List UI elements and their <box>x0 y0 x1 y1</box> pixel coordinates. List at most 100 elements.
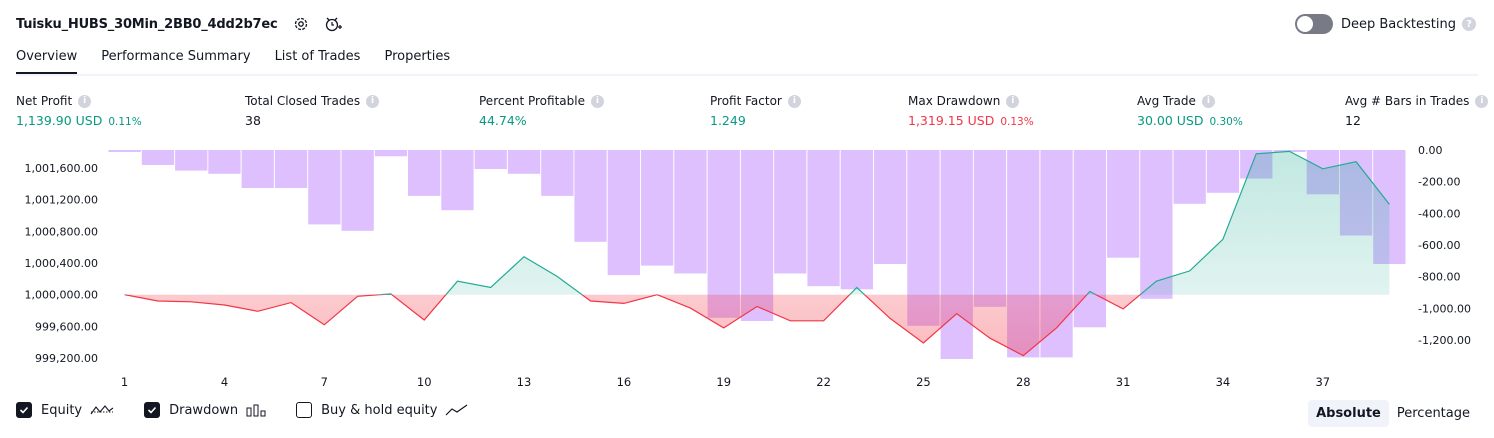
drawdown-bar[interactable] <box>1107 150 1140 258</box>
header: Tuisku_HUBS_30Min_2BB0_4dd2b7ec <box>16 13 342 35</box>
drawdown-bar[interactable] <box>507 150 541 174</box>
drawdown-bar[interactable] <box>973 150 1007 307</box>
info-icon[interactable]: i <box>78 94 92 108</box>
drawdown-bar[interactable] <box>874 150 907 264</box>
drawdown-bar[interactable] <box>1173 150 1206 204</box>
drawdown-bar[interactable] <box>274 150 308 188</box>
deep-backtesting: Deep Backtesting ? <box>1294 14 1476 34</box>
right-axis-tick: -400.00 <box>1418 207 1460 220</box>
equity-line-icon <box>90 403 114 417</box>
drawdown-bar[interactable] <box>707 150 740 318</box>
metric-percent: 0.11% <box>108 116 142 128</box>
alarm-clock-plus-icon[interactable] <box>324 15 342 33</box>
legend-equity[interactable]: Equity <box>16 402 114 418</box>
legend-buy-hold-label: Buy & hold equity <box>321 402 438 418</box>
info-icon[interactable]: i <box>366 94 380 108</box>
deep-backtesting-toggle[interactable] <box>1294 14 1333 34</box>
metric-label: Profit Factor <box>710 94 782 108</box>
drawdown-bar[interactable] <box>474 150 507 169</box>
metric-value: 12 <box>1345 113 1361 128</box>
x-axis-tick: 19 <box>716 375 731 389</box>
x-axis-tick: 22 <box>816 375 831 389</box>
x-axis-tick: 1 <box>121 375 128 389</box>
x-axis-tick: 4 <box>221 375 228 389</box>
metric-label: Total Closed Trades <box>245 94 361 108</box>
info-icon[interactable]: i <box>590 94 604 108</box>
legend-drawdown-label: Drawdown <box>169 402 239 418</box>
metric-value: 1.249 <box>710 113 746 128</box>
drawdown-bar[interactable] <box>241 150 274 188</box>
mode-absolute[interactable]: Absolute <box>1308 400 1389 427</box>
help-icon[interactable]: ? <box>1462 17 1476 31</box>
legend-buy-hold[interactable]: Buy & hold equity <box>296 402 469 418</box>
drawdown-bar[interactable] <box>674 150 707 274</box>
x-axis-tick: 25 <box>916 375 931 389</box>
drawdown-bar[interactable] <box>441 150 474 211</box>
drawdown-bar[interactable] <box>175 150 208 171</box>
left-axis-tick: 999,600.00 <box>35 320 98 333</box>
metric-label: Avg Trade <box>1137 94 1196 108</box>
drawdown-bar[interactable] <box>208 150 241 174</box>
left-axis-tick: 1,001,200.00 <box>25 194 98 207</box>
info-icon[interactable]: i <box>1475 94 1489 108</box>
strategy-name[interactable]: Tuisku_HUBS_30Min_2BB0_4dd2b7ec <box>16 17 278 32</box>
drawdown-bar[interactable] <box>141 150 175 165</box>
drawdown-bar[interactable] <box>840 150 873 290</box>
tab-bar: Overview Performance Summary List of Tra… <box>16 44 1478 76</box>
metric-4: Max Drawdown i 1,319.15 USD 0.13% <box>908 93 1034 128</box>
drawdown-bar[interactable] <box>408 150 441 196</box>
drawdown-bar[interactable] <box>1140 150 1173 299</box>
metric-label: Net Profit <box>16 94 73 108</box>
drawdown-bar[interactable] <box>807 150 840 287</box>
legend-drawdown[interactable]: Drawdown <box>144 402 266 418</box>
drawdown-bar[interactable] <box>641 150 674 266</box>
info-icon[interactable]: i <box>1006 94 1020 108</box>
drawdown-bar[interactable] <box>108 150 141 152</box>
equity-drawdown-chart[interactable]: 1,001,600.00 1,001,200.00 1,000,800.00 1,00… <box>0 140 1494 400</box>
equity-checkbox[interactable] <box>16 402 32 418</box>
left-axis-tick: 999,200.00 <box>35 352 98 365</box>
drawdown-bar[interactable] <box>574 150 607 242</box>
drawdown-bar[interactable] <box>1206 150 1240 193</box>
x-axis-tick: 34 <box>1216 375 1231 389</box>
tab-properties[interactable]: Properties <box>384 44 450 72</box>
right-axis-tick: -1,200.00 <box>1418 334 1471 347</box>
deep-backtesting-label: Deep Backtesting <box>1340 16 1456 32</box>
drawdown-bar[interactable] <box>541 150 574 196</box>
x-axis-tick: 37 <box>1315 375 1330 389</box>
drawdown-bar[interactable] <box>940 150 973 359</box>
metric-label: Max Drawdown <box>908 94 1001 108</box>
metric-value: 38 <box>245 113 261 128</box>
mode-percentage[interactable]: Percentage <box>1389 400 1478 427</box>
metric-0: Net Profit i 1,139.90 USD 0.11% <box>16 93 142 128</box>
metric-label: Avg # Bars in Trades <box>1345 94 1470 108</box>
info-icon[interactable]: i <box>1201 94 1215 108</box>
buy-hold-line-icon <box>445 403 469 417</box>
drawdown-bar[interactable] <box>374 150 408 157</box>
chart-legend: Equity Drawdown Buy & hold equity <box>16 402 499 418</box>
drawdown-bar[interactable] <box>308 150 341 225</box>
left-axis-tick: 1,000,000.00 <box>25 289 98 302</box>
buy-hold-checkbox[interactable] <box>296 402 313 418</box>
metric-3: Profit Factor i 1.249 <box>710 93 801 128</box>
x-axis-tick: 16 <box>617 375 632 389</box>
x-axis-tick: 28 <box>1016 375 1031 389</box>
drawdown-bar[interactable] <box>607 150 640 276</box>
drawdown-checkbox[interactable] <box>144 402 161 418</box>
metric-6: Avg # Bars in Trades i 12 <box>1345 93 1489 128</box>
left-axis-tick: 1,000,400.00 <box>25 257 98 270</box>
x-axis-tick: 31 <box>1116 375 1131 389</box>
metric-5: Avg Trade i 30.00 USD 0.30% <box>1137 93 1243 128</box>
gear-icon[interactable] <box>292 15 310 33</box>
left-axis-tick: 1,000,800.00 <box>25 225 98 238</box>
metric-value: 30.00 USD <box>1137 113 1204 128</box>
info-icon[interactable]: i <box>787 94 801 108</box>
view-mode-switch: Absolute Percentage <box>1308 400 1478 427</box>
drawdown-bar[interactable] <box>341 150 374 231</box>
tab-overview[interactable]: Overview <box>16 44 78 74</box>
drawdown-bar[interactable] <box>774 150 807 274</box>
tab-list-of-trades[interactable]: List of Trades <box>275 44 361 72</box>
x-axis-tick: 10 <box>417 375 432 389</box>
tab-performance-summary[interactable]: Performance Summary <box>101 44 250 72</box>
metric-percent: 0.30% <box>1209 116 1243 128</box>
